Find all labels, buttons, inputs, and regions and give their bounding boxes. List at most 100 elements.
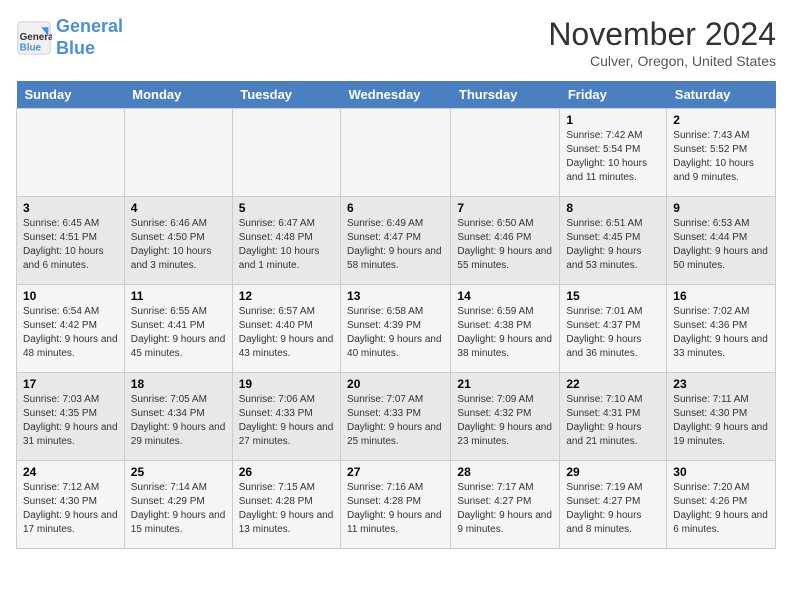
day-info: Sunrise: 7:12 AM Sunset: 4:30 PM Dayligh…	[23, 481, 118, 537]
day-info: Sunrise: 7:06 AM Sunset: 4:33 PM Dayligh…	[239, 393, 334, 449]
day-info: Sunrise: 7:17 AM Sunset: 4:27 PM Dayligh…	[457, 481, 553, 537]
day-number: 24	[23, 465, 118, 479]
day-number: 3	[23, 201, 118, 215]
calendar-cell: 19 Sunrise: 7:06 AM Sunset: 4:33 PM Dayli…	[232, 373, 340, 461]
calendar-cell: 7 Sunrise: 6:50 AM Sunset: 4:46 PM Daylig…	[451, 197, 560, 285]
day-number: 27	[347, 465, 444, 479]
day-number: 9	[673, 201, 769, 215]
day-number: 29	[566, 465, 660, 479]
calendar-week-row: 24 Sunrise: 7:12 AM Sunset: 4:30 PM Dayli…	[17, 461, 776, 549]
logo-line2: Blue	[56, 38, 95, 58]
calendar-week-row: 17 Sunrise: 7:03 AM Sunset: 4:35 PM Dayli…	[17, 373, 776, 461]
weekday-header-saturday: Saturday	[667, 81, 776, 109]
calendar-cell: 1 Sunrise: 7:42 AM Sunset: 5:54 PM Daylig…	[560, 109, 667, 197]
calendar-cell: 26 Sunrise: 7:15 AM Sunset: 4:28 PM Dayli…	[232, 461, 340, 549]
calendar-body: 1 Sunrise: 7:42 AM Sunset: 5:54 PM Daylig…	[17, 109, 776, 549]
calendar-cell: 13 Sunrise: 6:58 AM Sunset: 4:39 PM Dayli…	[341, 285, 451, 373]
page-header: General Blue General Blue November 2024 …	[16, 16, 776, 69]
day-number: 10	[23, 289, 118, 303]
weekday-header-sunday: Sunday	[17, 81, 125, 109]
calendar-cell: 24 Sunrise: 7:12 AM Sunset: 4:30 PM Dayli…	[17, 461, 125, 549]
day-info: Sunrise: 6:54 AM Sunset: 4:42 PM Dayligh…	[23, 305, 118, 361]
day-number: 1	[566, 113, 660, 127]
calendar-week-row: 3Sunrise: 6:45 AM Sunset: 4:51 PM Daylig…	[17, 197, 776, 285]
calendar-cell: 10 Sunrise: 6:54 AM Sunset: 4:42 PM Dayli…	[17, 285, 125, 373]
day-number: 11	[131, 289, 226, 303]
location-text: Culver, Oregon, United States	[548, 53, 776, 69]
calendar-cell: 12 Sunrise: 6:57 AM Sunset: 4:40 PM Dayli…	[232, 285, 340, 373]
day-number: 19	[239, 377, 334, 391]
day-number: 23	[673, 377, 769, 391]
calendar-cell	[451, 109, 560, 197]
calendar-cell: 8Sunrise: 6:51 AM Sunset: 4:45 PM Daylig…	[560, 197, 667, 285]
day-number: 21	[457, 377, 553, 391]
day-info: Sunrise: 7:20 AM Sunset: 4:26 PM Dayligh…	[673, 481, 769, 537]
day-info: Sunrise: 6:50 AM Sunset: 4:46 PM Dayligh…	[457, 217, 553, 273]
day-number: 5	[239, 201, 334, 215]
day-info: Sunrise: 7:43 AM Sunset: 5:52 PM Dayligh…	[673, 129, 769, 185]
day-number: 12	[239, 289, 334, 303]
calendar-cell: 15Sunrise: 7:01 AM Sunset: 4:37 PM Dayli…	[560, 285, 667, 373]
title-block: November 2024 Culver, Oregon, United Sta…	[548, 16, 776, 69]
day-info: Sunrise: 7:15 AM Sunset: 4:28 PM Dayligh…	[239, 481, 334, 537]
day-number: 25	[131, 465, 226, 479]
calendar-cell: 20 Sunrise: 7:07 AM Sunset: 4:33 PM Dayli…	[341, 373, 451, 461]
calendar-cell	[232, 109, 340, 197]
calendar-cell: 9 Sunrise: 6:53 AM Sunset: 4:44 PM Daylig…	[667, 197, 776, 285]
calendar-cell: 18Sunrise: 7:05 AM Sunset: 4:34 PM Dayli…	[124, 373, 232, 461]
day-info: Sunrise: 6:59 AM Sunset: 4:38 PM Dayligh…	[457, 305, 553, 361]
day-info: Sunrise: 7:07 AM Sunset: 4:33 PM Dayligh…	[347, 393, 444, 449]
day-number: 26	[239, 465, 334, 479]
day-number: 17	[23, 377, 118, 391]
calendar-cell: 14 Sunrise: 6:59 AM Sunset: 4:38 PM Dayli…	[451, 285, 560, 373]
calendar-cell: 29 Sunrise: 7:19 AM Sunset: 4:27 PM Dayli…	[560, 461, 667, 549]
day-info: Sunrise: 7:09 AM Sunset: 4:32 PM Dayligh…	[457, 393, 553, 449]
calendar-cell: 6 Sunrise: 6:49 AM Sunset: 4:47 PM Daylig…	[341, 197, 451, 285]
day-info: Sunrise: 6:46 AM Sunset: 4:50 PM Dayligh…	[131, 217, 226, 273]
calendar-cell	[17, 109, 125, 197]
day-number: 8	[566, 201, 660, 215]
calendar-cell: 30 Sunrise: 7:20 AM Sunset: 4:26 PM Dayli…	[667, 461, 776, 549]
day-info: Sunrise: 6:53 AM Sunset: 4:44 PM Dayligh…	[673, 217, 769, 273]
logo: General Blue General Blue	[16, 16, 123, 59]
day-info: Sunrise: 7:10 AM Sunset: 4:31 PM Dayligh…	[566, 393, 660, 449]
day-number: 2	[673, 113, 769, 127]
weekday-header-tuesday: Tuesday	[232, 81, 340, 109]
day-info: Sunrise: 7:03 AM Sunset: 4:35 PM Dayligh…	[23, 393, 118, 449]
calendar-cell: 2 Sunrise: 7:43 AM Sunset: 5:52 PM Daylig…	[667, 109, 776, 197]
day-number: 22	[566, 377, 660, 391]
logo-text: General Blue	[56, 16, 123, 59]
calendar-cell: 3Sunrise: 6:45 AM Sunset: 4:51 PM Daylig…	[17, 197, 125, 285]
calendar-cell: 25Sunrise: 7:14 AM Sunset: 4:29 PM Dayli…	[124, 461, 232, 549]
calendar-cell: 27Sunrise: 7:16 AM Sunset: 4:28 PM Dayli…	[341, 461, 451, 549]
calendar-cell: 16Sunrise: 7:02 AM Sunset: 4:36 PM Dayli…	[667, 285, 776, 373]
calendar-cell: 17 Sunrise: 7:03 AM Sunset: 4:35 PM Dayli…	[17, 373, 125, 461]
day-number: 14	[457, 289, 553, 303]
day-number: 28	[457, 465, 553, 479]
day-info: Sunrise: 6:55 AM Sunset: 4:41 PM Dayligh…	[131, 305, 226, 361]
day-info: Sunrise: 7:42 AM Sunset: 5:54 PM Dayligh…	[566, 129, 660, 185]
calendar-cell: 23Sunrise: 7:11 AM Sunset: 4:30 PM Dayli…	[667, 373, 776, 461]
calendar-cell: 4 Sunrise: 6:46 AM Sunset: 4:50 PM Daylig…	[124, 197, 232, 285]
day-info: Sunrise: 6:57 AM Sunset: 4:40 PM Dayligh…	[239, 305, 334, 361]
day-info: Sunrise: 6:58 AM Sunset: 4:39 PM Dayligh…	[347, 305, 444, 361]
day-number: 13	[347, 289, 444, 303]
day-info: Sunrise: 7:19 AM Sunset: 4:27 PM Dayligh…	[566, 481, 660, 537]
day-number: 7	[457, 201, 553, 215]
weekday-header-friday: Friday	[560, 81, 667, 109]
calendar-cell: 21 Sunrise: 7:09 AM Sunset: 4:32 PM Dayli…	[451, 373, 560, 461]
calendar-cell: 22 Sunrise: 7:10 AM Sunset: 4:31 PM Dayli…	[560, 373, 667, 461]
month-title: November 2024	[548, 16, 776, 53]
day-info: Sunrise: 6:49 AM Sunset: 4:47 PM Dayligh…	[347, 217, 444, 273]
calendar-cell: 5Sunrise: 6:47 AM Sunset: 4:48 PM Daylig…	[232, 197, 340, 285]
day-number: 30	[673, 465, 769, 479]
calendar-week-row: 10 Sunrise: 6:54 AM Sunset: 4:42 PM Dayli…	[17, 285, 776, 373]
calendar-table: SundayMondayTuesdayWednesdayThursdayFrid…	[16, 81, 776, 549]
calendar-cell	[341, 109, 451, 197]
weekday-header-thursday: Thursday	[451, 81, 560, 109]
day-number: 18	[131, 377, 226, 391]
weekday-header-row: SundayMondayTuesdayWednesdayThursdayFrid…	[17, 81, 776, 109]
day-number: 20	[347, 377, 444, 391]
day-number: 6	[347, 201, 444, 215]
day-number: 4	[131, 201, 226, 215]
